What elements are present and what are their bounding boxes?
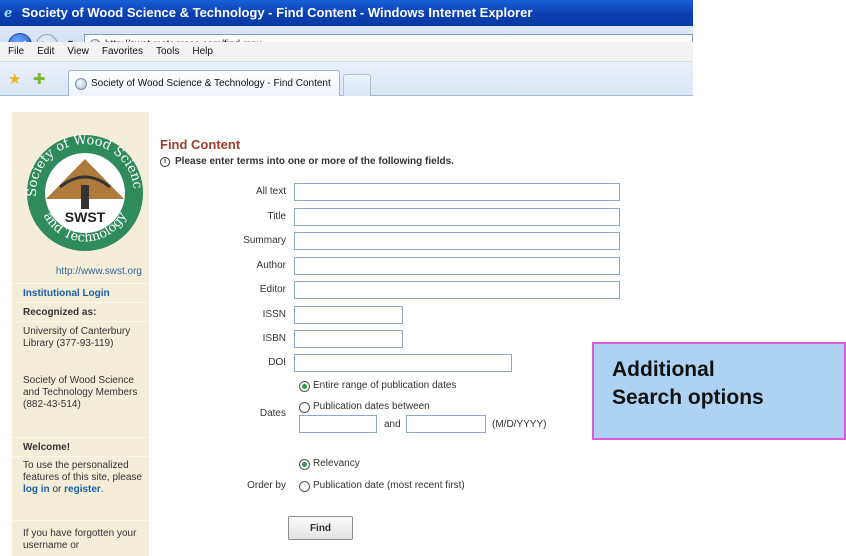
editor-input[interactable] xyxy=(294,281,620,299)
sidebar-divider xyxy=(12,283,149,284)
institutional-login-link[interactable]: Institutional Login xyxy=(23,288,147,300)
menu-view[interactable]: View xyxy=(67,46,89,57)
tab-bar: ★ ✚ Society of Wood Science & Technology… xyxy=(0,62,693,96)
find-button[interactable]: Find xyxy=(288,516,353,540)
forgot-username-text: If you have forgotten your username or xyxy=(23,528,137,551)
dates-all-label: Entire range of publication dates xyxy=(313,380,457,391)
summary-label: Summary xyxy=(243,235,286,246)
welcome-or: or xyxy=(52,484,62,495)
order-relevancy-label: Relevancy xyxy=(313,458,360,469)
isbn-input[interactable] xyxy=(294,330,403,348)
add-favorite-icon[interactable]: ✚ xyxy=(33,70,46,88)
welcome-text-intro: To use the personalized features of this… xyxy=(23,460,142,483)
favorites-star-icon[interactable]: ★ xyxy=(8,70,21,88)
screen: e Society of Wood Science & Technology -… xyxy=(0,0,846,556)
recognized-swst-members: Society of Wood Science and Technology M… xyxy=(23,375,138,410)
menu-tools[interactable]: Tools xyxy=(156,46,179,57)
sidebar-divider xyxy=(12,456,149,457)
order-date-label: Publication date (most recent first) xyxy=(313,480,465,491)
dates-label: Dates xyxy=(259,408,286,419)
info-icon: i xyxy=(160,156,170,167)
title-input[interactable] xyxy=(294,208,620,226)
title-label: Title xyxy=(267,211,286,222)
welcome-heading: Welcome! xyxy=(23,442,71,453)
tab-label: Society of Wood Science & Technology - F… xyxy=(91,78,331,89)
instructions-text: Please enter terms into one or more of t… xyxy=(175,156,454,167)
issn-label: ISSN xyxy=(262,309,286,320)
date-format-hint: (M/D/YYYY) xyxy=(492,419,547,430)
menu-favorites[interactable]: Favorites xyxy=(102,46,143,57)
editor-label: Editor xyxy=(259,284,286,295)
doi-input[interactable] xyxy=(294,354,512,372)
issn-input[interactable] xyxy=(294,306,403,324)
additional-options-callout: Additional Search options xyxy=(592,342,846,440)
log-in-link[interactable]: log in xyxy=(23,484,50,495)
tab-page-icon xyxy=(75,77,87,90)
instructions: i Please enter terms into one or more of… xyxy=(160,156,454,167)
ie-icon: e xyxy=(4,6,13,21)
recognized-university: University of Canterbury Library (377-93… xyxy=(23,326,131,349)
welcome-period: . xyxy=(100,484,104,495)
swst-logo: SWST Society of Wood Science and Technol… xyxy=(22,116,145,257)
page-title: Find Content xyxy=(160,137,241,152)
svg-text:SWST: SWST xyxy=(65,209,106,225)
date-from-input[interactable] xyxy=(299,415,377,433)
recognized-heading: Recognized as: xyxy=(23,307,97,318)
register-link[interactable]: register xyxy=(64,484,101,495)
sidebar-divider xyxy=(12,321,149,322)
site-url-link[interactable]: http://www.swst.org xyxy=(12,266,142,277)
callout-line-1: Additional xyxy=(612,358,715,381)
summary-input[interactable] xyxy=(294,232,620,250)
menu-file[interactable]: File xyxy=(8,46,24,57)
sidebar-divider xyxy=(12,437,149,438)
order-date-radio[interactable] xyxy=(299,481,310,492)
menu-bar: File Edit View Favorites Tools Help xyxy=(0,42,693,62)
author-input[interactable] xyxy=(294,257,620,275)
date-and-text: and xyxy=(384,419,401,430)
dates-all-radio[interactable] xyxy=(299,381,310,392)
order-by-label: Order by xyxy=(247,480,286,491)
menu-edit[interactable]: Edit xyxy=(37,46,54,57)
sidebar: SWST Society of Wood Science and Technol… xyxy=(12,112,149,556)
author-label: Author xyxy=(256,260,286,271)
order-relevancy-radio[interactable] xyxy=(299,459,310,470)
menu-help[interactable]: Help xyxy=(192,46,213,57)
callout-line-2: Search options xyxy=(612,386,764,409)
isbn-label: ISBN xyxy=(262,333,286,344)
sidebar-divider xyxy=(12,302,149,303)
dates-between-label: Publication dates between xyxy=(313,401,430,412)
window-title-bar: e Society of Wood Science & Technology -… xyxy=(0,0,693,26)
window-title: Society of Wood Science & Technology - F… xyxy=(21,5,533,20)
all-text-input[interactable] xyxy=(294,183,620,201)
new-tab-button[interactable] xyxy=(343,74,371,96)
all-text-label: All text xyxy=(255,186,286,197)
sidebar-divider xyxy=(12,520,149,521)
date-to-input[interactable] xyxy=(406,415,486,433)
tab-active[interactable]: Society of Wood Science & Technology - F… xyxy=(68,70,340,96)
doi-label: DOI xyxy=(268,357,286,368)
dates-between-radio[interactable] xyxy=(299,402,310,413)
swst-logo-graphic: SWST Society of Wood Science and Technol… xyxy=(22,116,145,251)
welcome-text: To use the personalized features of this… xyxy=(23,460,147,496)
